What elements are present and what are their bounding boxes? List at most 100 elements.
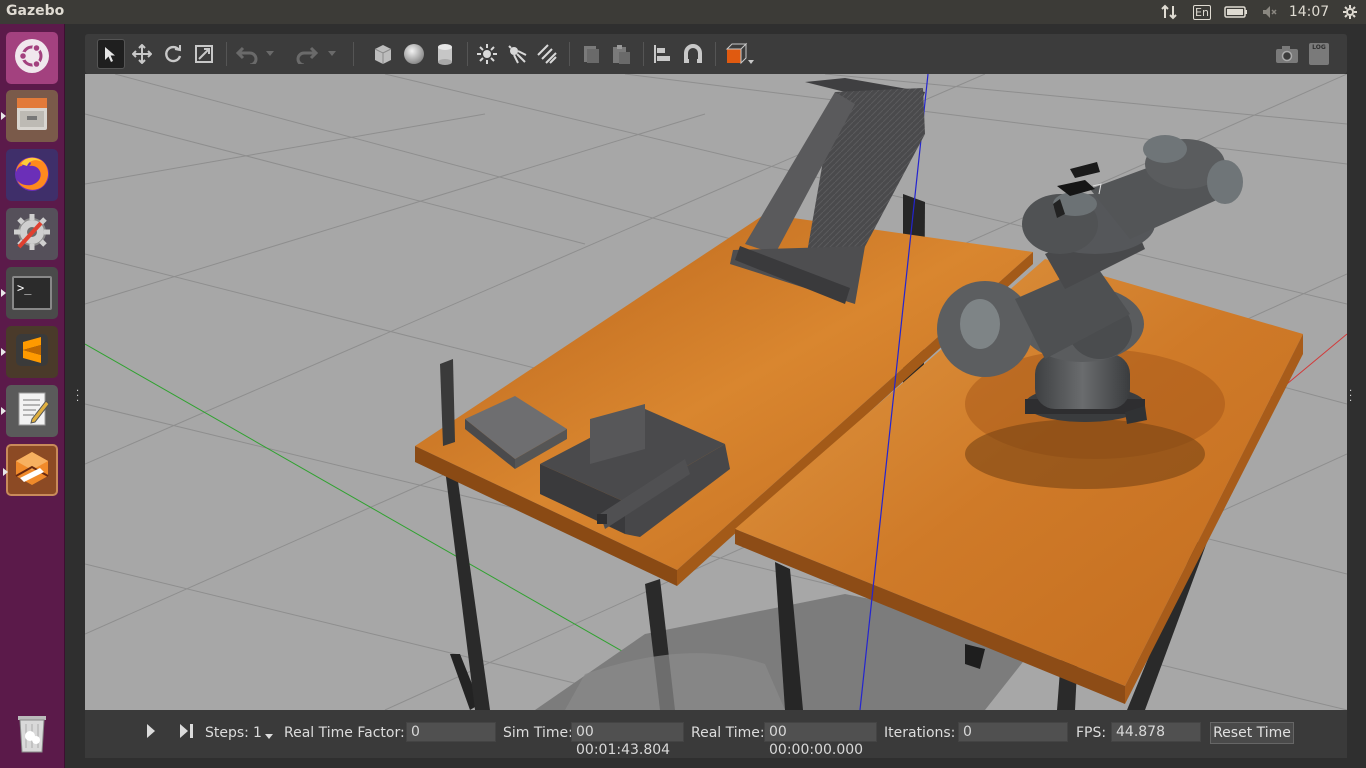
fps-value: 44.878 [1111,722,1201,742]
keyboard-layout-indicator[interactable]: En [1190,0,1214,24]
right-panel-handle[interactable]: · · · [1349,387,1355,407]
running-indicator [3,468,8,476]
toolbar-separator [715,42,716,66]
terminal-icon: >_ [12,276,52,310]
real-time-factor-label: Real Time Factor: [284,725,405,741]
view-angle-button[interactable] [721,39,757,69]
trash-icon [12,710,52,758]
real-time-label: Real Time: [691,725,765,741]
launcher-text-editor[interactable] [1,385,58,437]
launcher-terminal[interactable]: >_ [1,267,58,319]
toolbar-separator [467,42,468,66]
running-indicator [1,348,6,356]
firefox-icon [11,152,53,198]
paste-icon [613,45,630,64]
point-light-icon [477,44,497,64]
keyboard-layout-label: En [1193,4,1211,20]
steps-label: Steps: [205,725,249,741]
launcher-firefox[interactable] [6,149,58,201]
copy-button[interactable] [577,39,605,69]
align-icon [654,45,670,63]
running-indicator [1,407,6,415]
snap-button[interactable] [679,39,707,69]
gazebo-window: LOG · · · · · · Steps: 1 Real Time Facto… [65,24,1366,768]
snap-icon [684,44,702,63]
text-editor-icon [12,389,52,433]
sphere-shape-button[interactable] [400,39,428,69]
step-button[interactable] [179,723,195,743]
step-icon [180,724,193,738]
gazebo-icon [12,448,52,492]
robot-shadow [965,419,1205,489]
undo-button[interactable] [233,39,261,69]
toolbar-separator [643,42,644,66]
translate-mode-icon [132,44,152,64]
iterations-value: 0 [958,722,1068,742]
top-panel: Gazebo En 14:07 [0,0,1366,24]
translate-mode-button[interactable] [128,39,156,69]
redo-icon [296,46,319,64]
undo-history-dropdown[interactable] [263,39,277,69]
files-icon [12,94,52,138]
steps-spinner[interactable]: 1 [253,725,262,741]
launcher-trash[interactable] [6,708,58,760]
steps-dropdown[interactable] [265,728,273,744]
left-panel-handle[interactable]: · · · [76,387,82,407]
screenshot-button[interactable] [1273,39,1301,69]
system-gear-icon[interactable] [1338,0,1362,24]
network-arrows-icon[interactable] [1158,0,1180,24]
point-light-button[interactable] [473,39,501,69]
real-time-value: 00 00:00:00.000 [764,722,877,758]
spot-light-icon [508,45,527,64]
directional-light-button[interactable] [533,39,561,69]
log-button[interactable]: LOG [1305,39,1333,69]
reset-time-button[interactable]: Reset Time [1210,722,1294,744]
scene-viewport[interactable] [85,74,1347,710]
copy-icon [584,46,599,63]
log-label: LOG [1312,44,1326,51]
app-title: Gazebo [6,3,65,19]
clock[interactable]: 14:07 [1288,0,1330,24]
chevron-down-icon [265,734,273,739]
launcher-files[interactable] [1,90,58,142]
launcher-sublime[interactable] [1,326,58,378]
redo-button[interactable] [293,39,321,69]
launcher: >_ [0,24,65,768]
view-angle-icon [725,42,754,65]
launcher-dash[interactable] [6,32,58,84]
launcher-settings[interactable] [6,208,58,260]
ubuntu-dash-icon [12,36,52,80]
cylinder-shape-button[interactable] [431,39,459,69]
launcher-gazebo[interactable] [3,444,58,496]
toolbar-separator [226,42,227,66]
volume-muted-icon[interactable] [1258,0,1280,24]
system-settings-icon [11,211,53,257]
select-mode-button[interactable] [97,39,125,69]
paste-button[interactable] [607,39,635,69]
sim-time-label: Sim Time: [503,725,573,741]
chevron-down-icon [266,51,274,56]
sphere-shape-icon [404,44,424,64]
toolbar-separator [353,42,354,66]
undo-icon [235,46,258,64]
running-indicator [1,112,6,120]
align-button[interactable] [649,39,677,69]
real-time-factor-value: 0 [406,722,496,742]
toolbar: LOG [85,34,1347,74]
cylinder-shape-icon [438,44,452,65]
redo-history-dropdown[interactable] [325,39,339,69]
box-shape-button[interactable] [369,39,397,69]
scale-mode-button[interactable] [190,39,218,69]
scale-mode-icon [195,45,213,63]
spot-light-button[interactable] [503,39,531,69]
select-mode-icon [105,47,115,62]
directional-light-icon [537,44,557,64]
running-indicator [1,289,6,297]
fps-label: FPS: [1076,725,1107,741]
battery-icon[interactable] [1222,0,1250,24]
sublime-text-icon [12,330,52,374]
rotate-mode-button[interactable] [159,39,187,69]
play-button[interactable] [145,723,157,743]
screenshot-icon [1276,46,1298,63]
terminal-prompt: >_ [17,281,32,295]
